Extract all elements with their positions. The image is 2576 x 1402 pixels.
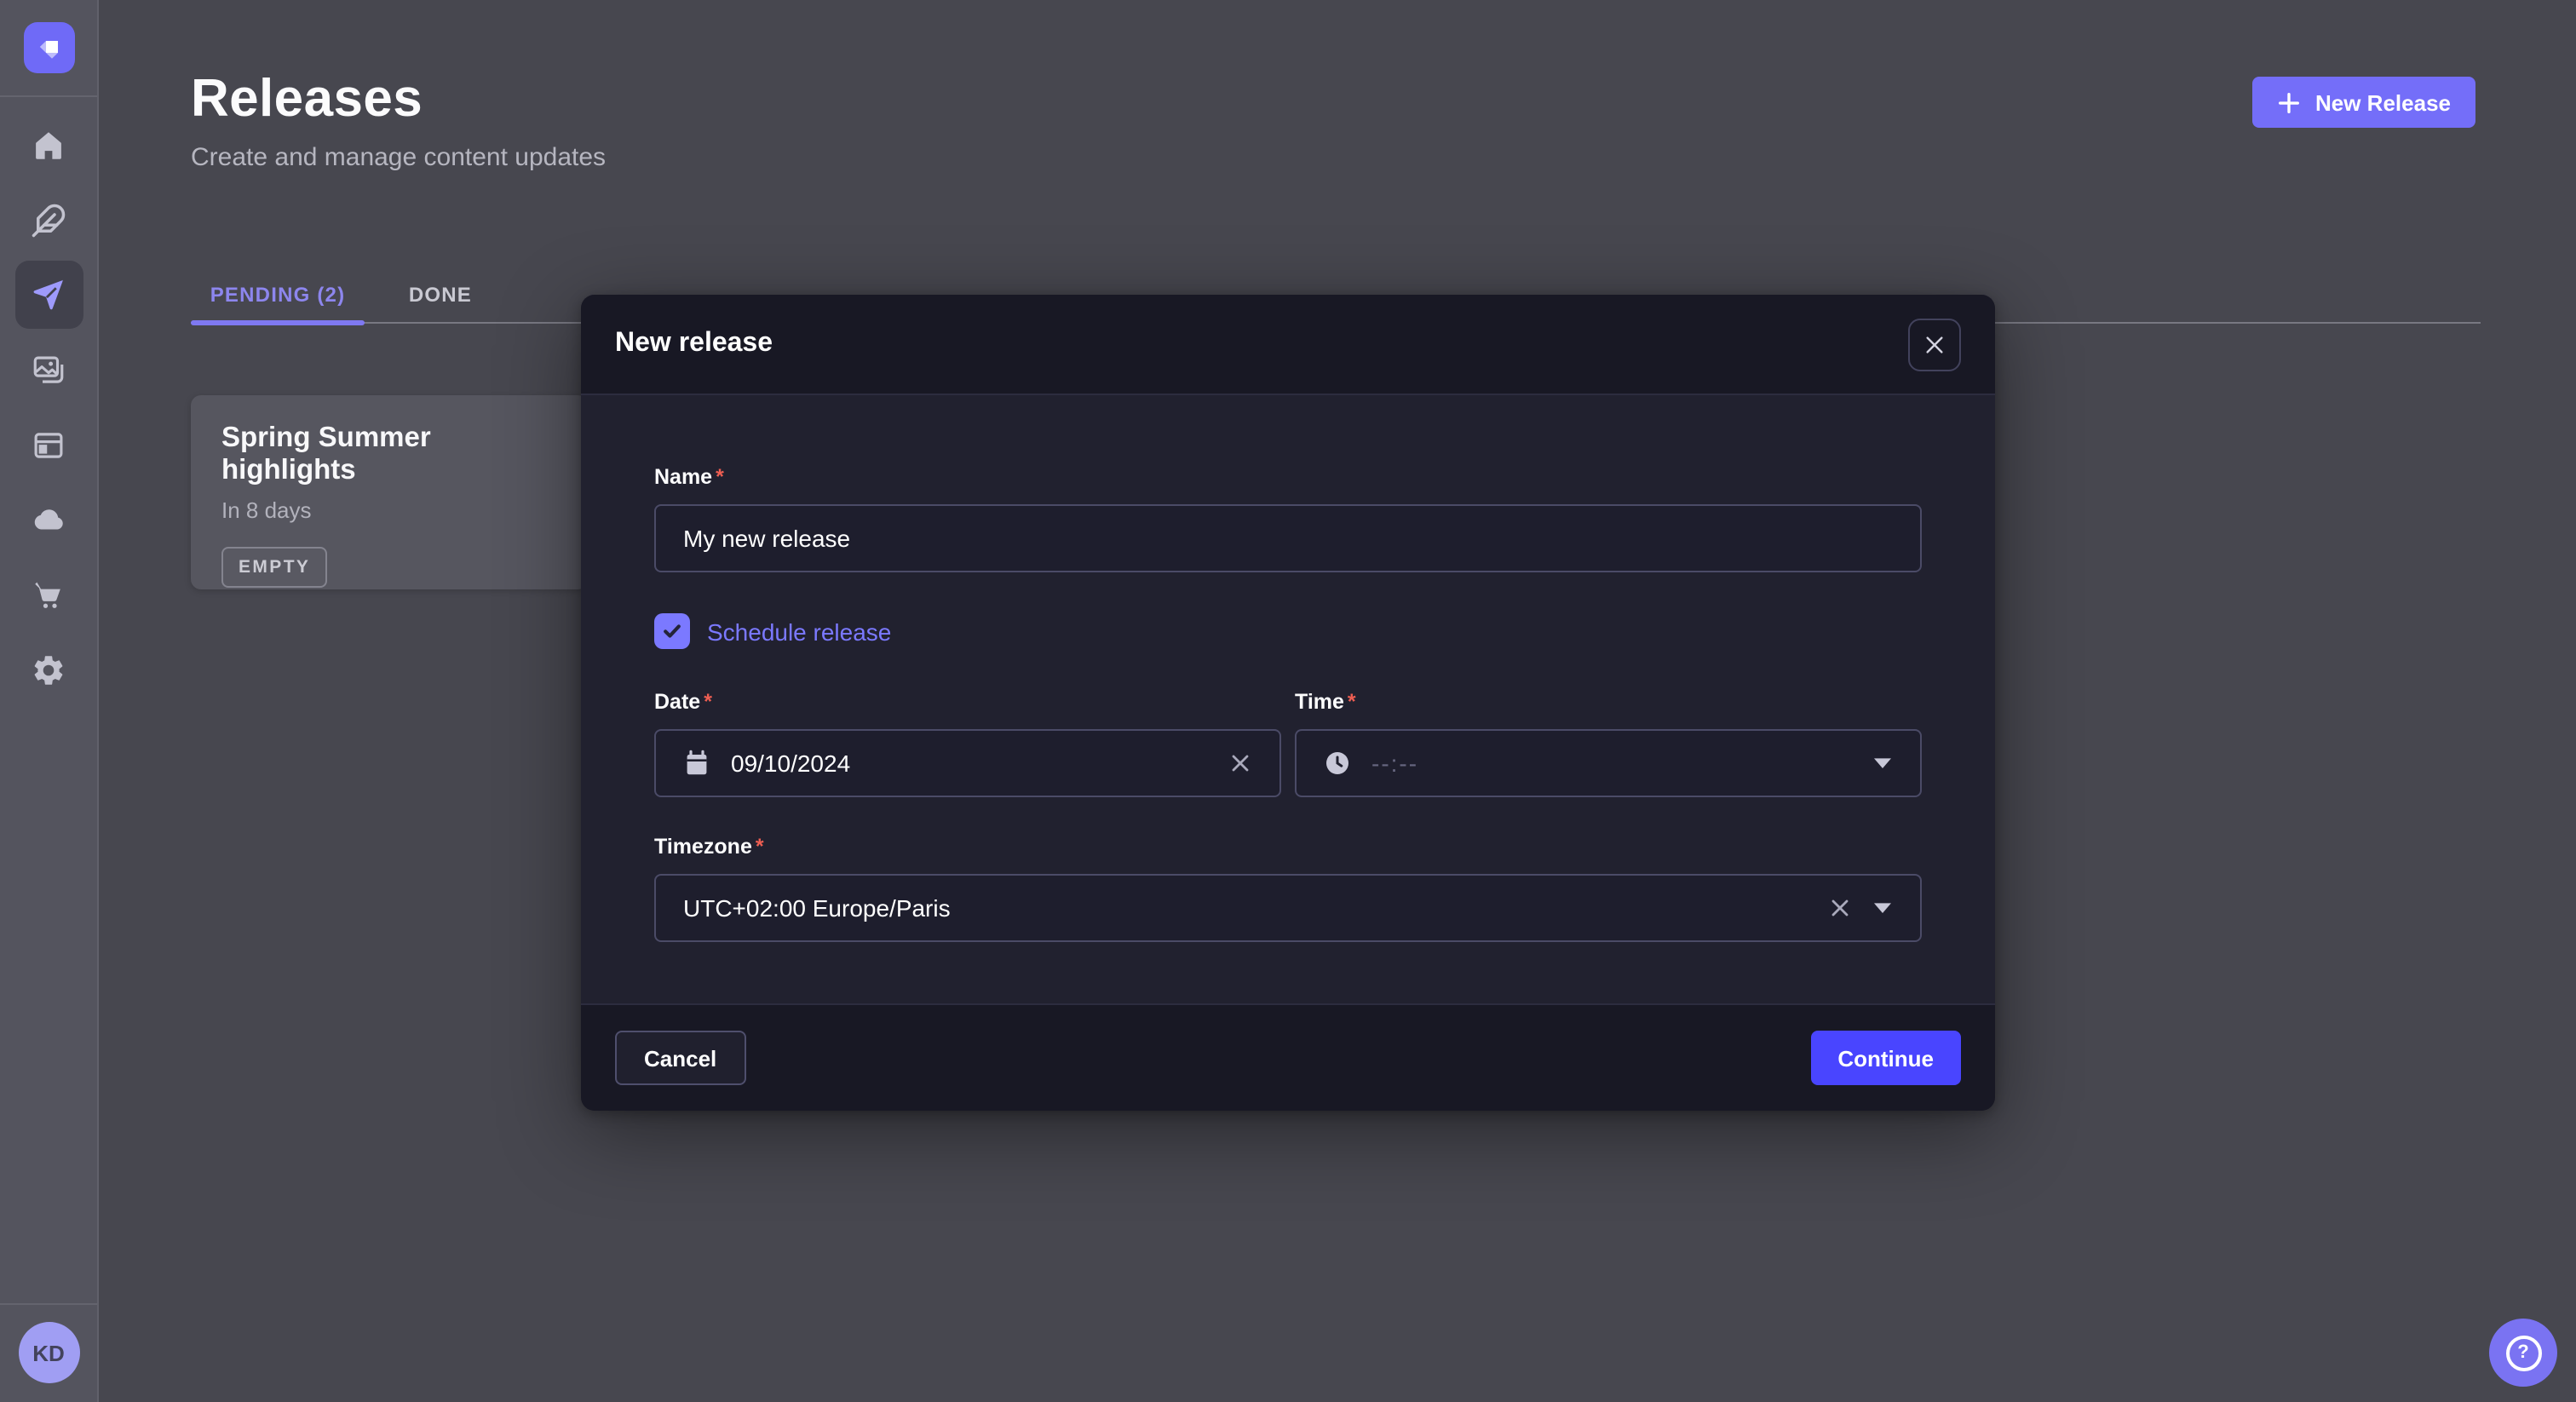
date-clear-button[interactable] bbox=[1228, 751, 1252, 775]
close-icon bbox=[1923, 333, 1946, 355]
timezone-clear-button[interactable] bbox=[1828, 896, 1852, 920]
time-placeholder: --:-- bbox=[1371, 750, 1852, 777]
continue-button[interactable]: Continue bbox=[1810, 1031, 1961, 1085]
layout-icon bbox=[31, 427, 66, 463]
sidebar-item-content-manager[interactable] bbox=[14, 411, 83, 479]
modal-title: New release bbox=[615, 329, 773, 359]
help-button[interactable]: ? bbox=[2489, 1319, 2557, 1387]
sidebar-divider-bottom bbox=[0, 1303, 97, 1305]
clock-icon bbox=[1324, 750, 1351, 777]
required-asterisk: * bbox=[716, 465, 724, 489]
sidebar-item-marketplace[interactable] bbox=[14, 560, 83, 629]
feather-icon bbox=[31, 202, 66, 238]
required-asterisk: * bbox=[756, 835, 764, 859]
date-input[interactable]: 09/10/2024 bbox=[654, 729, 1281, 797]
calendar-icon bbox=[683, 750, 710, 777]
close-button[interactable] bbox=[1908, 318, 1961, 371]
gear-icon bbox=[31, 652, 66, 687]
cloud-icon bbox=[31, 502, 66, 537]
timezone-value: UTC+02:00 Europe/Paris bbox=[683, 894, 1808, 922]
sidebar: KD bbox=[0, 0, 99, 1402]
time-label: Time* bbox=[1295, 690, 1922, 715]
clear-icon bbox=[1228, 751, 1252, 775]
sidebar-bottom: KD bbox=[0, 1303, 97, 1402]
avatar[interactable]: KD bbox=[18, 1322, 79, 1383]
date-field-group: Date* 09/10/2024 bbox=[654, 690, 1281, 797]
chevron-down-icon bbox=[1872, 901, 1893, 915]
timezone-label: Timezone* bbox=[654, 835, 1922, 860]
images-icon bbox=[31, 352, 66, 388]
release-card[interactable]: Spring Summer highlights In 8 days EMPTY bbox=[191, 395, 588, 589]
time-field-group: Time* --:-- bbox=[1295, 690, 1922, 797]
name-field-group: Name* bbox=[654, 465, 1922, 572]
page-title: Releases bbox=[191, 68, 423, 129]
new-release-button-label: New Release bbox=[2315, 89, 2451, 115]
strapi-logo[interactable] bbox=[23, 22, 74, 73]
name-label-text: Name bbox=[654, 465, 712, 489]
sidebar-item-deploy[interactable] bbox=[14, 486, 83, 554]
sidebar-item-home[interactable] bbox=[14, 111, 83, 179]
check-icon bbox=[661, 620, 683, 642]
tab-pending[interactable]: PENDING (2) bbox=[191, 264, 365, 324]
clear-icon bbox=[1828, 896, 1852, 920]
schedule-checkbox[interactable] bbox=[654, 613, 690, 649]
timezone-select[interactable]: UTC+02:00 Europe/Paris bbox=[654, 874, 1922, 942]
modal-body: Name* Schedule release Date* bbox=[581, 395, 1995, 1003]
app-root: KD Releases Create and manage content up… bbox=[0, 0, 2576, 1402]
tab-done[interactable]: DONE bbox=[400, 264, 481, 324]
chevron-down-icon bbox=[1872, 756, 1893, 770]
question-mark-icon: ? bbox=[2505, 1335, 2541, 1370]
release-card-status-badge: EMPTY bbox=[221, 547, 327, 588]
timezone-label-text: Timezone bbox=[654, 835, 752, 859]
sidebar-item-settings[interactable] bbox=[14, 635, 83, 704]
schedule-checkbox-label[interactable]: Schedule release bbox=[707, 618, 891, 645]
strapi-logo-icon bbox=[33, 32, 64, 63]
plus-icon bbox=[2276, 89, 2302, 115]
schedule-release-row: Schedule release bbox=[654, 613, 1922, 649]
home-icon bbox=[31, 127, 66, 163]
required-asterisk: * bbox=[704, 690, 712, 714]
time-label-text: Time bbox=[1295, 690, 1344, 714]
active-tab-indicator bbox=[191, 320, 365, 325]
new-release-button[interactable]: New Release bbox=[2252, 77, 2475, 128]
cart-icon bbox=[31, 577, 66, 612]
cancel-button[interactable]: Cancel bbox=[615, 1031, 745, 1085]
release-card-title: Spring Summer highlights bbox=[221, 422, 557, 487]
release-card-meta: In 8 days bbox=[221, 497, 557, 523]
timezone-field-group: Timezone* UTC+02:00 Europe/Paris bbox=[654, 835, 1922, 942]
name-label: Name* bbox=[654, 465, 1922, 491]
paper-plane-icon bbox=[31, 277, 66, 313]
modal-header: New release bbox=[581, 295, 1995, 395]
required-asterisk: * bbox=[1348, 690, 1356, 714]
name-input[interactable] bbox=[654, 504, 1922, 572]
modal-footer: Cancel Continue bbox=[581, 1003, 1995, 1111]
sidebar-item-releases[interactable] bbox=[14, 261, 83, 329]
sidebar-item-media-library[interactable] bbox=[14, 336, 83, 404]
new-release-modal: New release Name* Schedule bbox=[581, 295, 1995, 1111]
date-label: Date* bbox=[654, 690, 1281, 715]
sidebar-item-content-type-builder[interactable] bbox=[14, 186, 83, 254]
date-value: 09/10/2024 bbox=[731, 750, 1208, 777]
time-input[interactable]: --:-- bbox=[1295, 729, 1922, 797]
date-time-row: Date* 09/10/2024 bbox=[654, 690, 1922, 797]
sidebar-nav bbox=[14, 97, 83, 704]
date-label-text: Date bbox=[654, 690, 700, 714]
page-subtitle: Create and manage content updates bbox=[191, 143, 606, 172]
